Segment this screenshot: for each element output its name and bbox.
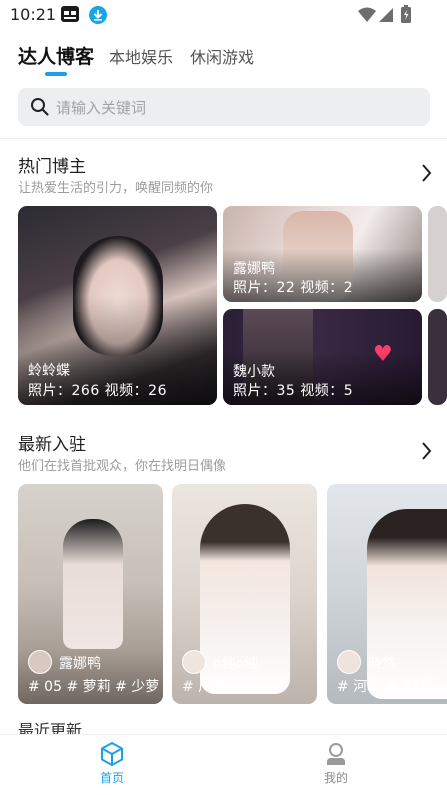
hot-card-3-stats: 照片：35 视频：5 bbox=[233, 383, 354, 399]
latest-card-1[interactable]: 露娜鸭 # 05 # 萝莉 # 少萝 # bbox=[18, 484, 163, 704]
portrait-photo bbox=[63, 519, 123, 649]
nav-home[interactable]: 首页 bbox=[82, 741, 142, 786]
hot-card-2[interactable]: 露娜鸭 照片：22 视频：2 bbox=[223, 206, 422, 302]
search-bar[interactable]: 请输入关键词 bbox=[18, 88, 430, 126]
tab-casual-games[interactable]: 休闲游戏 bbox=[190, 44, 254, 68]
latest-more-chevron-icon[interactable] bbox=[420, 441, 434, 461]
latest-card-2-tags: # 广东 bbox=[182, 679, 227, 695]
hot-card-1[interactable]: 蛉蛉蝶 照片：266 视频：26 bbox=[18, 206, 217, 405]
divider bbox=[0, 138, 447, 139]
search-input[interactable]: 请输入关键词 bbox=[56, 97, 146, 118]
download-icon bbox=[89, 6, 107, 24]
nav-me-label: 我的 bbox=[323, 771, 348, 785]
tab-local-entertainment[interactable]: 本地娱乐 bbox=[109, 44, 173, 68]
latest-card-2-name: o纯o纯 bbox=[213, 656, 259, 672]
latest-card-3-name: 晓悠 bbox=[368, 656, 396, 672]
home-cube-icon bbox=[101, 742, 123, 766]
latest-card-1-tags: # 05 # 萝莉 # 少萝 # bbox=[28, 679, 163, 695]
wifi-icon bbox=[358, 7, 376, 22]
hot-card-2-stats: 照片：22 视频：2 bbox=[233, 280, 354, 296]
battery-icon bbox=[401, 5, 411, 23]
bottom-nav: 首页 我的 bbox=[0, 734, 447, 795]
latest-section-subtitle: 他们在找首批观众，你在找明日偶像 bbox=[18, 459, 227, 474]
avatar bbox=[337, 650, 361, 674]
nav-home-label: 首页 bbox=[99, 771, 124, 785]
search-icon bbox=[31, 98, 49, 116]
signal-icon bbox=[379, 8, 393, 22]
latest-card-3[interactable]: 晓悠 # 河北 # 32岁 bbox=[327, 484, 447, 704]
nav-me[interactable]: 我的 bbox=[306, 741, 366, 786]
avatar bbox=[28, 650, 52, 674]
hot-card-peek bbox=[428, 309, 447, 405]
latest-card-2[interactable]: o纯o纯 # 广东 bbox=[172, 484, 317, 704]
app-notification-icon bbox=[61, 6, 79, 22]
hot-card-1-name: 蛉蛉蝶 bbox=[28, 363, 70, 379]
hot-more-chevron-icon[interactable] bbox=[420, 163, 434, 183]
latest-card-3-tags: # 河北 # 32岁 bbox=[337, 679, 434, 695]
hot-section-subtitle: 让热爱生活的引力，唤醒同频的你 bbox=[18, 181, 214, 196]
hot-card-peek bbox=[428, 206, 447, 302]
status-time: 10:21 bbox=[10, 5, 57, 24]
next-section-title: 最近更新 bbox=[18, 722, 83, 735]
tab-blogger[interactable]: 达人博客 bbox=[18, 42, 94, 69]
status-bar: 10:21 bbox=[0, 0, 447, 30]
active-tab-indicator bbox=[45, 72, 67, 76]
latest-section-title: 最新入驻 bbox=[18, 435, 86, 455]
hot-card-3[interactable]: ♥ 魏小款 照片：35 视频：5 bbox=[223, 309, 422, 405]
hot-section-title: 热门博主 bbox=[18, 157, 86, 177]
hot-card-1-stats: 照片：266 视频：26 bbox=[28, 383, 167, 399]
avatar bbox=[182, 650, 206, 674]
user-profile-icon bbox=[327, 743, 345, 765]
latest-card-1-name: 露娜鸭 bbox=[59, 656, 101, 672]
hot-card-2-name: 露娜鸭 bbox=[233, 261, 275, 277]
hot-card-3-name: 魏小款 bbox=[233, 364, 275, 380]
